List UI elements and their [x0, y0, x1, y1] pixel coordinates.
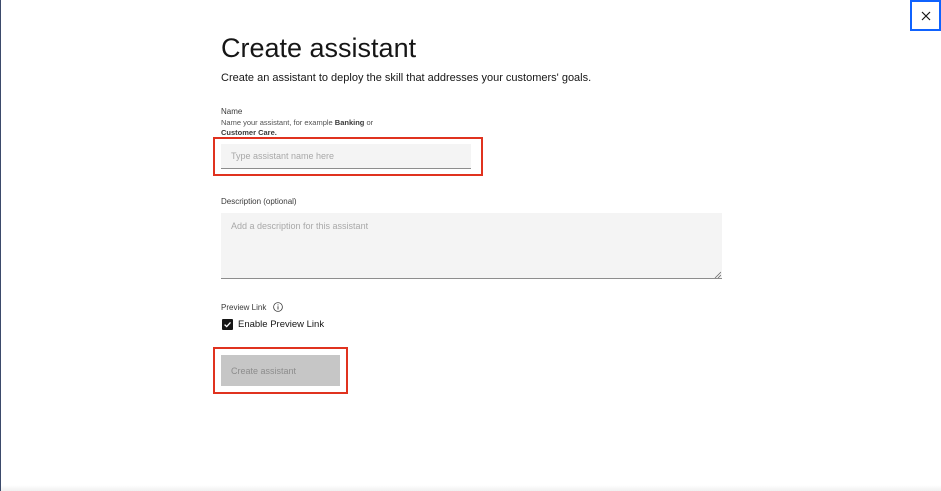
modal-subtitle: Create an assistant to deploy the skill … — [221, 72, 592, 84]
name-helper-text: Name your assistant, for example Banking… — [221, 118, 421, 138]
close-button[interactable] — [910, 0, 941, 31]
bottom-edge — [1, 485, 941, 491]
create-assistant-modal: Create assistant Create an assistant to … — [0, 0, 941, 491]
info-icon[interactable] — [273, 302, 283, 312]
name-helper-prefix: Name your assistant, for example — [221, 118, 335, 127]
enable-preview-link-label[interactable]: Enable Preview Link — [238, 319, 324, 330]
enable-preview-link-checkbox[interactable] — [222, 319, 233, 330]
close-icon — [921, 11, 930, 20]
description-label: Description (optional) — [221, 197, 297, 206]
create-assistant-button[interactable]: Create assistant — [221, 355, 340, 386]
preview-link-label: Preview Link — [221, 303, 267, 312]
name-label: Name — [221, 107, 243, 116]
name-helper-middle: or — [364, 118, 374, 127]
name-helper-suffix: . — [274, 128, 277, 137]
name-helper-example-1: Banking — [334, 118, 365, 127]
assistant-description-textarea[interactable] — [221, 213, 722, 279]
checkmark-icon — [224, 321, 231, 328]
assistant-name-input[interactable] — [221, 144, 471, 169]
name-helper-example-2: Customer Care — [221, 128, 275, 137]
modal-title: Create assistant — [221, 33, 417, 63]
resize-handle-icon[interactable] — [714, 271, 721, 278]
